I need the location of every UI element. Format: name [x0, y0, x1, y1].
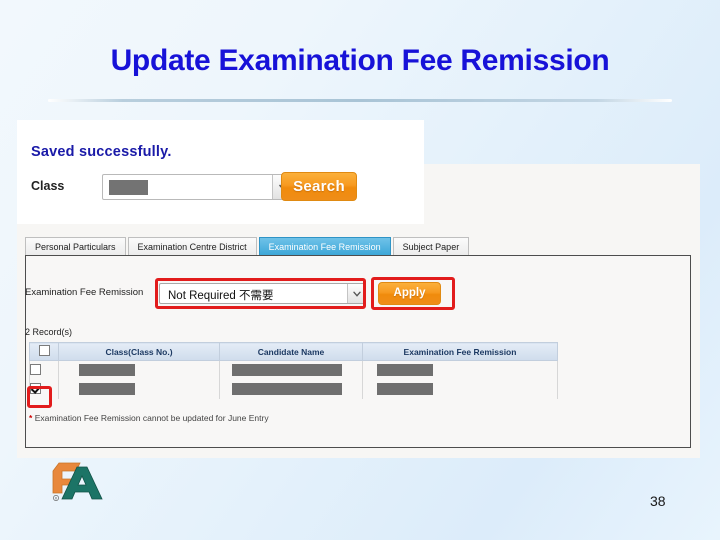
search-button[interactable]: Search: [281, 172, 357, 201]
redacted-value: [79, 364, 135, 377]
candidates-table: Class(Class No.) Candidate Name Examinat…: [29, 342, 558, 399]
row-checkbox-cell[interactable]: [29, 380, 59, 399]
footnote-text: Examination Fee Remission cannot be upda…: [34, 413, 269, 423]
header-candidate-name: Candidate Name: [219, 342, 363, 361]
tab-examination-fee-remission[interactable]: Examination Fee Remission: [258, 237, 391, 255]
row-remission: [362, 380, 558, 399]
row-checkbox[interactable]: [30, 363, 41, 375]
row-class-no: [58, 380, 220, 399]
chevron-down-icon[interactable]: [347, 284, 365, 303]
tab-bar: Personal Particulars Examination Centre …: [25, 236, 471, 255]
redacted-value: [377, 364, 433, 377]
table-footnote: * Examination Fee Remission cannot be up…: [29, 413, 269, 423]
remission-field-label: Examination Fee Remission: [25, 287, 144, 298]
redacted-value: [79, 383, 135, 396]
row-remission: [362, 360, 558, 380]
slide-page-number: 38: [650, 493, 666, 509]
hkeaa-logo: R: [50, 461, 114, 504]
page-title: Update Examination Fee Remission: [110, 44, 610, 77]
footnote-asterisk: *: [29, 413, 33, 423]
title-divider: [48, 99, 672, 102]
table-row: [29, 380, 558, 399]
redacted-value: [232, 364, 342, 377]
saved-success-message: Saved successfully.: [31, 144, 172, 160]
remission-select[interactable]: Not Required 不需要: [159, 283, 366, 304]
apply-button[interactable]: Apply: [378, 282, 441, 305]
header-class-no: Class(Class No.): [58, 342, 220, 361]
saved-banner-panel: [17, 120, 424, 224]
record-count: 2 Record(s): [25, 327, 73, 337]
select-all-checkbox[interactable]: [38, 345, 50, 356]
redacted-value: [232, 383, 342, 396]
row-candidate-name: [219, 360, 363, 380]
row-class-no: [58, 360, 220, 380]
class-value-redacted: [109, 180, 148, 195]
row-candidate-name: [219, 380, 363, 399]
header-examination-fee-remission: Examination Fee Remission: [362, 342, 558, 361]
table-header-row: Class(Class No.) Candidate Name Examinat…: [29, 342, 558, 361]
tab-examination-centre-district[interactable]: Examination Centre District: [127, 237, 257, 255]
table-row: [29, 360, 558, 380]
class-select[interactable]: [102, 174, 294, 200]
redacted-value: [377, 383, 433, 396]
select-all-header: [29, 342, 59, 361]
tab-subject-paper[interactable]: Subject Paper: [392, 237, 470, 255]
tab-personal-particulars[interactable]: Personal Particulars: [25, 237, 126, 255]
hkeaa-logo-icon: R: [52, 462, 103, 501]
row-checkbox[interactable]: [30, 382, 41, 394]
row-checkbox-cell[interactable]: [29, 360, 59, 380]
remission-selected-value: Not Required 不需要: [168, 290, 274, 302]
class-label: Class: [31, 179, 65, 193]
